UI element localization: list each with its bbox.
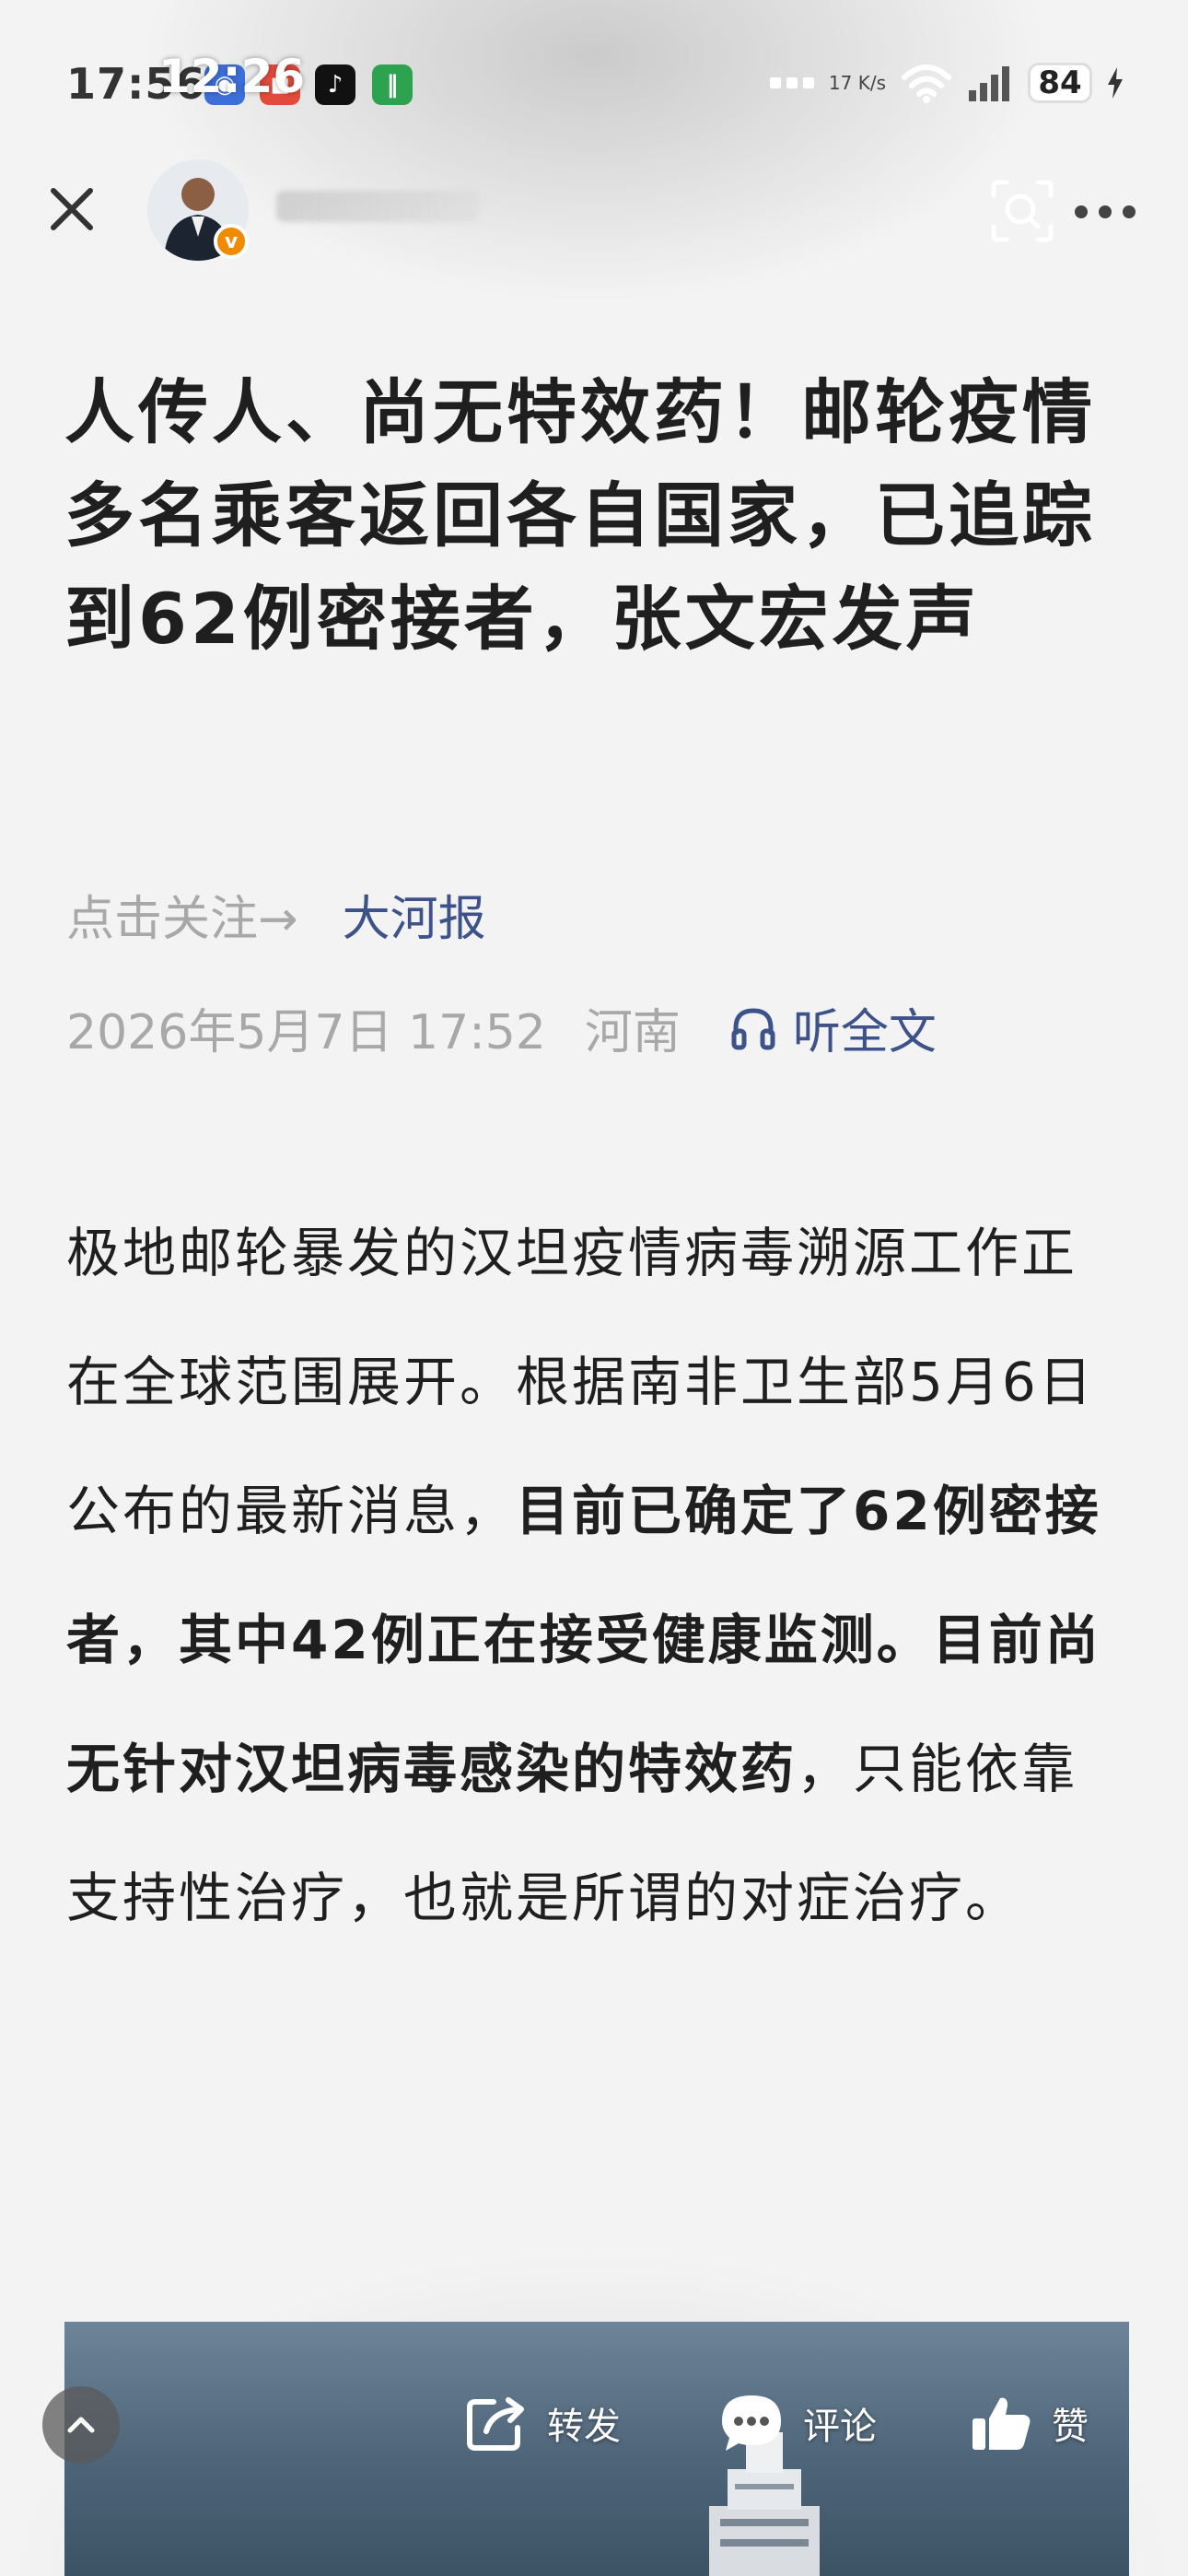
like-button[interactable]: 赞 xyxy=(969,2386,1089,2460)
battery-indicator: 84 xyxy=(1028,63,1092,103)
share-button[interactable]: 转发 xyxy=(466,2386,621,2460)
wifi-icon xyxy=(902,64,951,103)
comment-icon xyxy=(722,2395,781,2451)
article-meta: 2026年5月7日 17:52 河南 听全文 xyxy=(66,993,937,1062)
signal-dots-icon xyxy=(769,77,814,88)
share-icon xyxy=(467,2397,524,2451)
status-indicators: 17 K/s 84 xyxy=(769,63,1124,103)
close-button[interactable] xyxy=(35,172,109,246)
close-icon xyxy=(51,188,93,230)
more-options-button[interactable] xyxy=(1059,189,1151,235)
publish-date: 2026年5月7日 17:52 xyxy=(66,1005,546,1060)
scroll-to-top-button[interactable] xyxy=(42,2386,120,2464)
follow-button[interactable]: 点击关注→ xyxy=(66,880,298,949)
thumbs-up-icon xyxy=(973,2397,1031,2450)
status-time: 12:26 xyxy=(158,50,306,103)
tiktok-app-icon: ♪ xyxy=(315,64,355,105)
listen-label: 听全文 xyxy=(792,1005,937,1060)
net-speed: 17 K/s xyxy=(828,72,886,94)
more-dot-icon xyxy=(1123,205,1136,218)
green-app-icon: ‖ xyxy=(372,64,413,105)
scan-search-button[interactable] xyxy=(985,174,1059,248)
headphones-icon xyxy=(731,1007,775,1049)
more-dot-icon xyxy=(1099,205,1112,218)
top-nav-bar: v xyxy=(0,152,1188,281)
status-bar: 17:56 ◉ ◼ ♪ ‖ 12:26 17 K/s 84 xyxy=(0,46,1188,129)
chevron-up-icon xyxy=(67,2417,95,2433)
comment-button[interactable]: 评论 xyxy=(718,2386,877,2460)
charging-icon xyxy=(1108,67,1123,99)
comment-label: 评论 xyxy=(803,2406,877,2448)
verified-badge: v xyxy=(214,224,249,259)
bottom-action-bar: 转发 评论 赞 xyxy=(0,2370,1188,2471)
listen-full-text-button[interactable]: 听全文 xyxy=(728,993,937,1062)
follow-row: 点击关注→ 大河报 xyxy=(66,880,486,949)
like-label: 赞 xyxy=(1052,2406,1089,2448)
scan-search-icon xyxy=(991,180,1054,242)
article-title: 人传人、尚无特效药！邮轮疫情多名乘客返回各自国家，已追踪到62例密接者，张文宏发… xyxy=(64,371,1096,660)
article-page: 17:56 ◉ ◼ ♪ ‖ 12:26 17 K/s 84 v 人传人、尚无特效… xyxy=(0,0,1188,2576)
author-name-blurred xyxy=(276,191,479,222)
share-label: 转发 xyxy=(547,2406,621,2448)
cell-signal-icon xyxy=(969,66,1009,101)
source-name-link[interactable]: 大河报 xyxy=(343,880,486,949)
more-dot-icon xyxy=(1075,205,1088,218)
publish-location: 河南 xyxy=(584,1005,681,1060)
article-body: 极地邮轮暴发的汉坦疫情病毒溯源工作正在全球范围展开。根据南非卫生部5月6日公布的… xyxy=(66,1188,1125,1962)
